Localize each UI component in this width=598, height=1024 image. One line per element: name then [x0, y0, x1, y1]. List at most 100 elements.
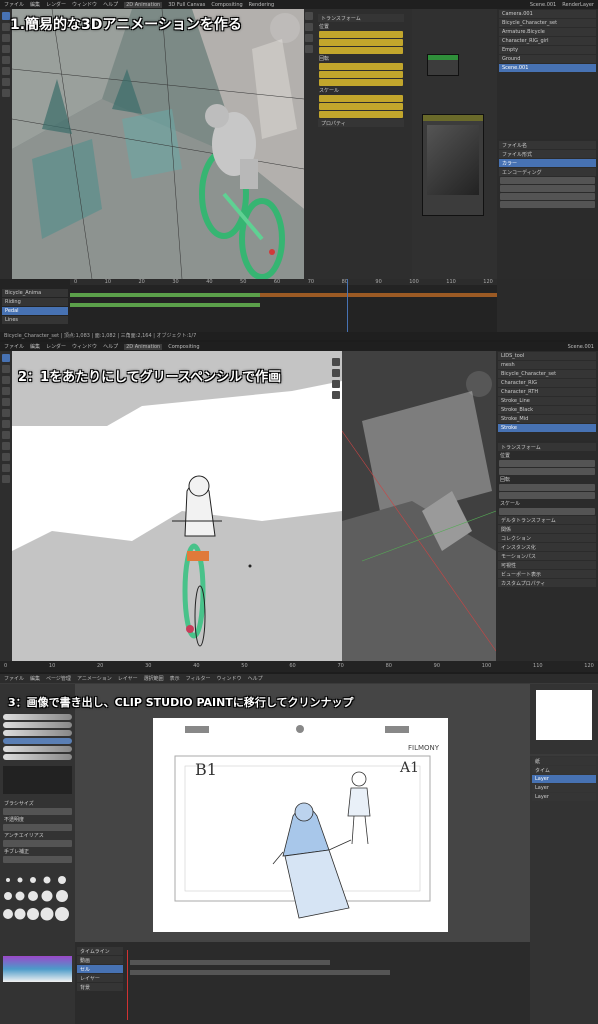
csp-menu-layer[interactable]: レイヤー	[118, 675, 138, 682]
prop-section[interactable]: デルタトランスフォーム	[498, 516, 596, 524]
prop-section[interactable]: モーションパス	[498, 552, 596, 560]
cursor-tool-icon[interactable]	[2, 23, 10, 31]
dope-sheet[interactable]: 0 10 20 30 40 50 60 70 80 90 100 110 120 Bicycle_Ani…	[0, 279, 497, 332]
menu-render[interactable]: レンダー	[46, 1, 66, 8]
prop-field[interactable]	[499, 492, 595, 499]
properties-header[interactable]: プロパティ	[318, 119, 404, 127]
menu-window[interactable]: ウィンドウ	[72, 343, 97, 350]
eyedropper-tool-icon[interactable]	[2, 409, 10, 417]
workspace-tab-compositing[interactable]: Compositing	[211, 2, 242, 8]
scale-z-field[interactable]	[319, 111, 403, 118]
brush-preset[interactable]	[3, 754, 72, 760]
track-name[interactable]: Pedal	[2, 307, 68, 315]
brush-size-palette[interactable]	[0, 870, 75, 950]
prop-field[interactable]	[500, 185, 595, 192]
menu-file[interactable]: ファイル	[4, 343, 24, 350]
scene-name[interactable]: Scene.001	[530, 2, 556, 8]
prop-section[interactable]: コレクション	[498, 534, 596, 542]
menu-edit[interactable]: 編集	[30, 1, 40, 8]
outliner-item[interactable]: Armature.Bicycle	[499, 28, 596, 36]
transform-header[interactable]: トランスフォーム	[318, 14, 404, 22]
csp-track[interactable]: タイムライン	[77, 947, 123, 955]
timeline[interactable]: 0 10 20 30 40 50 60 70 80 90 100 110 120	[0, 661, 598, 672]
prop-field[interactable]	[499, 484, 595, 491]
outliner-item-selected[interactable]: Scene.001	[499, 64, 596, 72]
tool-property-slider[interactable]	[3, 824, 72, 831]
csp-menu-edit[interactable]: 編集	[30, 675, 40, 682]
move-tool-icon[interactable]	[2, 34, 10, 42]
workspace-tab-rendering[interactable]: Rendering	[249, 2, 275, 8]
tint-tool-icon[interactable]	[2, 387, 10, 395]
brush-preset[interactable]	[3, 722, 72, 728]
hand-icon[interactable]	[332, 369, 340, 377]
layer-row[interactable]: 紙	[532, 757, 596, 765]
polyline-tool-icon[interactable]	[2, 431, 10, 439]
prop-field[interactable]	[500, 177, 595, 184]
track-name[interactable]: Lines	[2, 316, 68, 324]
prop-section[interactable]: カスタムプロパティ	[498, 579, 596, 587]
cel-strip[interactable]	[130, 970, 390, 975]
zoom-icon[interactable]	[332, 358, 340, 366]
action-strip[interactable]	[260, 293, 497, 297]
outliner-item[interactable]: LIDS_tool	[498, 352, 596, 360]
csp-menu-file[interactable]: ファイル	[4, 675, 24, 682]
canvas-area[interactable]: B1 A1 FILMONY	[75, 684, 530, 942]
fill-tool-icon[interactable]	[2, 365, 10, 373]
csp-timeline[interactable]: タイムライン 動画 セル レイヤー 背景	[75, 942, 530, 1024]
tool-property-slider[interactable]	[3, 856, 72, 863]
prop-tab-icon[interactable]	[305, 45, 313, 53]
location-z-field[interactable]	[319, 47, 403, 54]
keyframe-strip[interactable]	[70, 293, 260, 297]
color-set[interactable]	[3, 956, 72, 982]
layer-row[interactable]: Layer	[532, 784, 596, 792]
track-name[interactable]: Bicycle_Anima	[2, 289, 68, 297]
prop-tab-icon[interactable]	[305, 23, 313, 31]
csp-menu-filter[interactable]: フィルター	[186, 675, 211, 682]
outliner-item-selected[interactable]: Stroke	[498, 424, 596, 432]
layer-row[interactable]: Layer	[532, 793, 596, 801]
prop-section[interactable]: 可視性	[498, 561, 596, 569]
erase-tool-icon[interactable]	[2, 376, 10, 384]
scale-y-field[interactable]	[319, 103, 403, 110]
measure-tool-icon[interactable]	[2, 89, 10, 97]
rotation-y-field[interactable]	[319, 71, 403, 78]
viewport-3d[interactable]	[12, 9, 304, 279]
outliner-item[interactable]: Character_RTH	[498, 388, 596, 396]
prop-field[interactable]	[500, 201, 595, 208]
scale-x-field[interactable]	[319, 95, 403, 102]
navigation-gizmo-icon[interactable]	[466, 371, 492, 397]
brush-preset[interactable]	[3, 714, 72, 720]
csp-menu-page[interactable]: ページ管理	[46, 675, 71, 682]
track-name[interactable]: Riding	[2, 298, 68, 306]
navigation-gizmo-icon[interactable]	[270, 13, 300, 43]
workspace-tab-3d-full[interactable]: 3D Full Canvas	[168, 2, 205, 8]
prop-section[interactable]: トランスフォーム	[498, 443, 596, 451]
scene-name[interactable]: Scene.001	[568, 344, 598, 350]
tool-property-slider[interactable]	[3, 840, 72, 847]
menu-help[interactable]: ヘルプ	[103, 1, 118, 8]
annotate-tool-icon[interactable]	[2, 78, 10, 86]
box-tool-icon[interactable]	[2, 464, 10, 472]
prop-field[interactable]	[500, 193, 595, 200]
reference-viewport[interactable]	[342, 351, 496, 661]
draw-tool-icon[interactable]	[2, 354, 10, 362]
outliner-item[interactable]: Stroke_Mid	[498, 415, 596, 423]
line-tool-icon[interactable]	[2, 420, 10, 428]
location-y-field[interactable]	[319, 39, 403, 46]
csp-track[interactable]: レイヤー	[77, 974, 123, 982]
csp-track[interactable]: 動画	[77, 956, 123, 964]
prop-section[interactable]: 関係	[498, 525, 596, 533]
brush-preset[interactable]	[3, 746, 72, 752]
select-tool-icon[interactable]	[2, 12, 10, 20]
prop-section[interactable]: ビューポート表示	[498, 570, 596, 578]
scale-tool-icon[interactable]	[2, 56, 10, 64]
menu-edit[interactable]: 編集	[30, 343, 40, 350]
grid-icon[interactable]	[332, 391, 340, 399]
navigator-thumbnail[interactable]	[536, 690, 592, 740]
csp-track[interactable]: 背景	[77, 983, 123, 991]
prop-tab-icon[interactable]	[305, 34, 313, 42]
transform-tool-icon[interactable]	[2, 67, 10, 75]
brush-preset[interactable]	[3, 730, 72, 736]
rotation-z-field[interactable]	[319, 79, 403, 86]
view-layer-name[interactable]: RenderLayer	[562, 2, 598, 8]
